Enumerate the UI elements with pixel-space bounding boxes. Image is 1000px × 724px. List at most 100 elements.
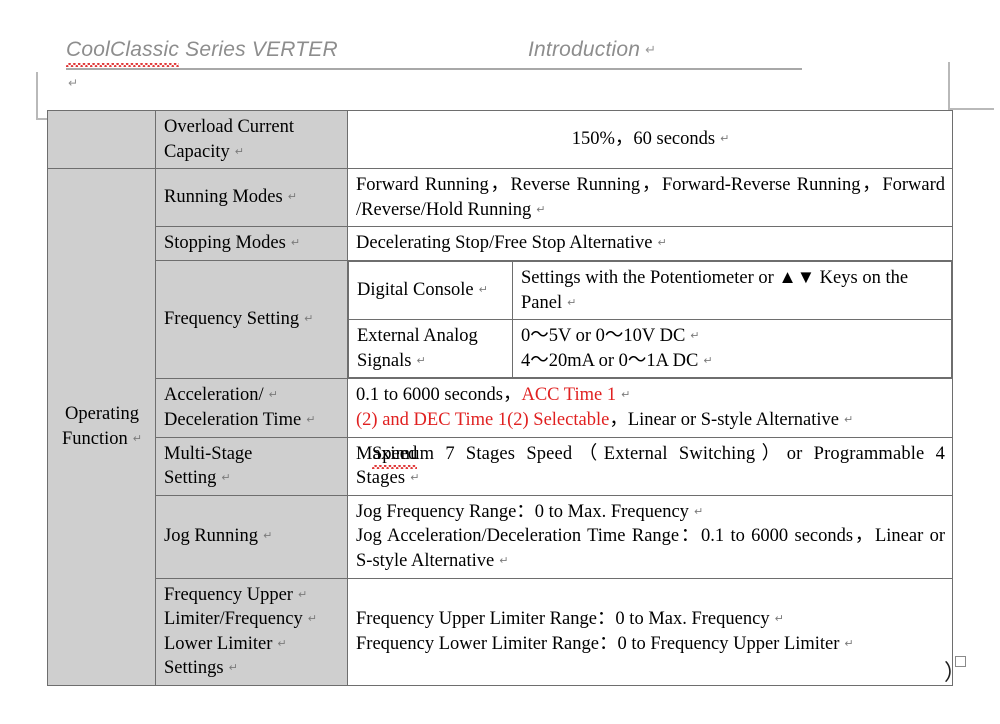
row-label-running-modes: Running Modes ↵ [155,168,348,228]
subvalue-line: 0～5V or 0～10V DC ↵ [521,324,944,349]
row-value-line: Frequency Lower Limiter Range：0 to Frequ… [356,632,945,657]
table-row: Frequency Setting ↵ Digital Console ↵ Sett… [48,259,953,380]
row-label-text: Stopping Modes [164,233,286,254]
row-label-text: Frequency Upper [164,584,293,605]
return-mark-icon: ↵ [297,588,308,601]
subtable-row: Digital Console ↵ Settings with the Poten… [348,260,952,321]
return-mark-icon: ↵ [690,330,700,343]
return-mark-icon: ↵ [499,554,509,567]
return-mark-icon: ↵ [263,530,273,543]
row-label-line: Acceleration/ ↵ [164,383,340,408]
return-mark-icon: ↵ [416,354,426,367]
row-label-line: Lower Limiter ↵ [164,632,340,657]
return-mark-icon: ↵ [268,389,278,402]
return-mark-icon: ↵ [844,637,854,650]
return-mark-icon: ↵ [645,42,657,57]
table-row: Operating Function ↵ Running Modes ↵ Forwa… [47,168,953,686]
return-mark-icon: ↵ [228,662,238,675]
row-label-line: Limiter/Frequency ↵ [164,607,340,632]
subvalue-external-analog-signals: 0～5V or 0～10V DC ↵ 4～20mA or 0～1A DC ↵ [512,319,952,379]
row-label-text: Limiter/Frequency [164,609,303,630]
table-row: Stopping Modes ↵ Decelerating Stop/Free S… [48,226,953,261]
row-label-text: Deceleration Time [164,409,302,430]
sublabel-external-analog-signals: External Analog Signals ↵ [348,319,513,379]
row-value-line: 0.1 to 6000 seconds，ACC Time 1 ↵ [356,383,945,408]
acc-dec-black-suffix: ，Linear or S-style Alternative [609,409,839,430]
row-value-running-modes: Forward Running，Reverse Running，Forward-… [347,168,953,228]
section-label-spacer-cell [47,109,156,170]
row-value-text: Frequency Upper Limiter Range：0 to Max. … [356,609,770,630]
acc-dec-red-text: ACC Time 1 [521,385,617,406]
return-mark-icon: ↵ [306,413,316,426]
row-value-text: Maximum 7 Stages Speed（External Switchin… [356,443,945,489]
anchor-box-marker [955,656,966,667]
table-row: Multi-Stage Speed Setting ↵ Maximum 7 Stag… [48,436,953,496]
return-mark-icon: ↵ [703,354,713,367]
return-mark-icon: ↵ [567,296,577,309]
return-mark-icon: ↵ [307,613,317,626]
row-label-text: Lower Limiter [164,633,273,654]
row-value-text: 150%，60 seconds [571,129,716,150]
row-value-text: Jog Frequency Range：0 to Max. Frequency [356,501,689,522]
return-mark-icon: ↵ [410,472,420,485]
row-value-text: Frequency Lower Limiter Range：0 to Frequ… [356,633,840,654]
row-label-text: Overload Current Capacity [164,117,294,162]
table-row: Acceleration/ ↵ Deceleration Time ↵ 0.1 to… [48,378,953,438]
row-value-jog-running: Jog Frequency Range：0 to Max. Frequency ↵… [347,494,953,579]
return-mark-icon: ↵ [774,613,784,626]
row-label-text: Running Modes [164,187,283,208]
row-label-line: Multi-Stage Speed [164,442,418,469]
row-label-multi-stage-speed-setting: Multi-Stage Speed Setting ↵ [155,436,418,496]
row-value-stopping-modes: Decelerating Stop/Free Stop Alternative ↵ [347,226,953,261]
row-label-text: Jog Running [164,526,259,547]
row-value-acceleration-deceleration-time: 0.1 to 6000 seconds，ACC Time 1 ↵ (2) and … [347,378,953,438]
subtable-row: External Analog Signals ↵ 0～5V or 0～10V D… [348,319,952,379]
return-mark-icon: ↵ [720,133,730,146]
section-label-operating-function: Operating Function ↵ [47,168,156,686]
row-label-line: Frequency Upper ↵ [164,583,340,608]
row-label-line: Settings ↵ [164,656,340,681]
row-label-overload-current-capacity: Overload Current Capacity ↵ [155,109,348,170]
row-value-text: Decelerating Stop/Free Stop Alternative [356,233,653,254]
row-label-text: Acceleration/ [164,385,264,406]
sublabel-text: Digital Console [357,280,474,301]
row-label-text: Multi-Stage [164,443,253,464]
acc-dec-red-text-cont: (2) and DEC Time 1(2) Selectable [356,409,610,430]
return-mark-icon: ↵ [221,472,231,485]
row-value-frequency-setting: Digital Console ↵ Settings with the Poten… [347,259,953,380]
table-row: Jog Running ↵ Jog Frequency Range：0 to Ma… [48,494,953,579]
header-left-title: CoolClassic Series VERTER [66,38,338,67]
return-mark-icon: ↵ [132,433,142,446]
row-label-overflow-wrapper: Multi-Stage Speed Setting ↵ [164,442,418,491]
header-left-rest: Series VERTER [179,38,338,61]
row-value-line: Jog Acceleration/Deceleration Time Range… [356,524,945,573]
return-mark-icon: ↵ [277,637,287,650]
row-label-text: Setting [164,468,217,489]
table-row: Overload Current Capacity ↵ 150%，60 secon… [47,109,953,170]
subvalue-text: 0～5V or 0～10V DC [521,326,686,347]
row-value-frequency-limiter-settings: Frequency Upper Limiter Range：0 to Max. … [347,577,953,686]
spellcheck-underlined-word: CoolClassic [66,38,180,67]
row-value-text: Forward Running，Reverse Running，Forward-… [356,175,945,220]
acc-dec-black-prefix: 0.1 to 6000 seconds， [356,385,522,406]
spellcheck-underlined-word: Speed [372,442,418,469]
document-header: CoolClassic Series VERTER Introduction ↵ … [0,0,1000,90]
return-mark-icon: ↵ [304,313,314,326]
subvalue-text: Settings with the Potentiometer or ▲▼ Ke… [521,267,909,313]
row-label-frequency-limiter-settings: Frequency Upper ↵ Limiter/Frequency ↵ Lowe… [155,577,348,686]
row-value-line: Jog Frequency Range：0 to Max. Frequency ↵ [356,500,945,525]
header-right-title: Introduction ↵ [528,38,656,62]
row-label-line: Deceleration Time ↵ [164,408,340,433]
return-mark-icon: ↵ [287,191,297,204]
row-label-overflow-word: Speed [372,442,418,469]
frequency-setting-subtable: Digital Console ↵ Settings with the Poten… [348,260,952,379]
return-mark-icon: ↵ [536,203,546,216]
return-mark-icon: ↵ [478,284,488,297]
return-mark-icon: ↵ [621,389,631,402]
sublabel-digital-console: Digital Console ↵ [348,260,513,321]
row-label-stopping-modes: Stopping Modes ↵ [155,226,348,261]
subvalue-digital-console: Settings with the Potentiometer or ▲▼ Ke… [512,260,952,321]
return-mark-icon: ↵ [693,505,704,518]
subvalue-text: 4～20mA or 0～1A DC [521,350,699,371]
return-mark-icon: ↵ [234,145,244,158]
